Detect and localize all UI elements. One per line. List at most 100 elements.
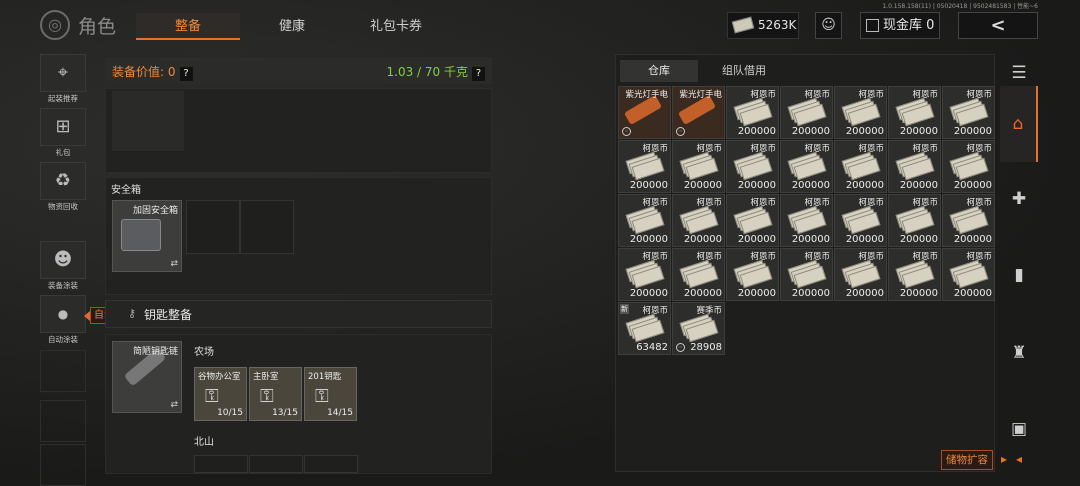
map-label-north-mountain: 北山	[194, 437, 214, 448]
secure-box-slot[interactable]	[186, 200, 240, 254]
item-amount: 200000	[737, 126, 776, 137]
storage-item[interactable]: 柯恩币 200000	[780, 140, 833, 193]
storage-item[interactable]: 柯恩币 200000	[834, 86, 887, 139]
currency-icon	[679, 151, 719, 181]
storage-item[interactable]: 柯恩币 200000	[834, 248, 887, 301]
currency-icon	[949, 151, 989, 181]
collapse-arrow-icon[interactable]: ◂	[1016, 452, 1022, 466]
back-button[interactable]: <	[958, 12, 1038, 39]
keychain-item[interactable]: 简陋钥匙链 ⇄	[112, 341, 182, 413]
currency-icon	[895, 151, 935, 181]
secure-box-item[interactable]: 加固安全箱 ⇄	[112, 200, 182, 272]
storage-item[interactable]: 柯恩币 200000	[834, 194, 887, 247]
empty-sidebar-slot	[40, 350, 86, 392]
storage-item[interactable]: 柯恩币 200000	[672, 194, 725, 247]
key-slot[interactable]	[304, 455, 358, 473]
storage-item[interactable]: 柯恩币 200000	[834, 140, 887, 193]
sidebar-item-recommended[interactable]: ⌖ 起装推荐	[40, 54, 86, 104]
tab-loadout[interactable]: 整备	[136, 13, 240, 40]
storage-expand-button[interactable]: 储物扩容	[941, 450, 993, 470]
swap-icon[interactable]: ⇄	[170, 259, 178, 269]
map-label-farm: 农场	[194, 347, 214, 358]
backpack-slot[interactable]	[112, 91, 184, 151]
item-amount: 63482	[636, 342, 668, 353]
currency-icon	[949, 259, 989, 289]
expand-arrow-icon[interactable]: ▸	[1001, 452, 1007, 466]
sidebar-item-label: 物资回收	[48, 202, 78, 211]
item-amount: 200000	[791, 234, 830, 245]
help-icon[interactable]: ?	[179, 67, 193, 81]
storage-item[interactable]: 柯恩币 200000	[888, 194, 941, 247]
item-amount: 200000	[845, 234, 884, 245]
storage-item[interactable]: 柯恩币 63482 新	[618, 302, 671, 355]
item-amount: 200000	[845, 126, 884, 137]
key-item[interactable]: 谷物办公室 ⚿ 10/15	[194, 367, 247, 421]
storage-item[interactable]: 柯恩币 200000	[672, 248, 725, 301]
storage-item[interactable]: 柯恩币 200000	[942, 140, 995, 193]
armor-icon[interactable]: ♜	[1000, 334, 1038, 372]
sidebar-item-skin[interactable]: ☻ 装备涂装	[40, 241, 86, 291]
storage-item[interactable]: 柯恩币 200000	[726, 194, 779, 247]
storage-item[interactable]: 柯恩币 200000	[618, 248, 671, 301]
storage-item[interactable]: 柯恩币 200000	[942, 248, 995, 301]
box-icon[interactable]: ▣	[1000, 410, 1038, 448]
swap-icon[interactable]: ⇄	[170, 400, 178, 410]
secure-box-title: 安全箱	[111, 185, 141, 196]
storage-item[interactable]: 柯恩币 200000	[780, 248, 833, 301]
storage-item[interactable]: 柯恩币 200000	[780, 194, 833, 247]
sidebar-item-label: 礼包	[55, 148, 71, 157]
bound-badge-icon: ◦	[622, 127, 631, 136]
item-amount: 200000	[683, 234, 722, 245]
gift-icon: ⊞	[40, 108, 86, 146]
storage-item[interactable]: 柯恩币 200000	[888, 86, 941, 139]
tab-gift-cards[interactable]: 礼包卡券	[344, 13, 448, 40]
help-icon[interactable]: ?	[472, 67, 485, 81]
key-item[interactable]: 主卧室 ⚿ 13/15	[249, 367, 302, 421]
key-loadout-bar[interactable]: ⚷ 钥匙整备	[105, 300, 492, 328]
currency-icon	[625, 259, 665, 289]
storage-item[interactable]: 柯恩币 200000	[942, 86, 995, 139]
storage-item[interactable]: 赛季币 28908 ◦	[672, 302, 725, 355]
storage-item[interactable]: 柯恩币 200000	[618, 140, 671, 193]
sidebar-item-gift[interactable]: ⊞ 礼包	[40, 108, 86, 158]
item-amount: 200000	[899, 288, 938, 299]
key-slot[interactable]	[194, 455, 248, 473]
currency-icon	[841, 97, 881, 127]
storage-item[interactable]: ◦ 紫光灯手电	[672, 86, 725, 139]
key-count: 14/15	[327, 408, 353, 418]
equipment-value: 装备价值: 0?	[112, 63, 193, 81]
storage-item[interactable]: 柯恩币 200000	[726, 140, 779, 193]
item-name: 柯恩币	[912, 144, 938, 154]
cash-display[interactable]: 5263K	[727, 12, 799, 39]
storage-item[interactable]: 柯恩币 200000	[618, 194, 671, 247]
medkit-icon[interactable]: ✚	[1000, 180, 1038, 218]
storage-item[interactable]: 柯恩币 200000	[942, 194, 995, 247]
tab-warehouse[interactable]: 仓库	[620, 60, 698, 82]
home-icon[interactable]: ⌂	[1000, 86, 1038, 162]
avatar-button[interactable]: ☺	[815, 12, 842, 39]
magazine-icon[interactable]: ▮	[1000, 256, 1038, 294]
storage-item[interactable]: 柯恩币 200000	[672, 140, 725, 193]
storage-item[interactable]: ◦ 紫光灯手电	[618, 86, 671, 139]
key-icon: ⚷	[128, 307, 137, 320]
sidebar-item-recycle[interactable]: ♻ 物资回收	[40, 162, 86, 212]
key-item[interactable]: 201钥匙 ⚿ 14/15	[304, 367, 357, 421]
sidebar-item-auto-skin[interactable]: ● 自动涂装	[40, 295, 86, 345]
storage-item[interactable]: 柯恩币 200000	[888, 140, 941, 193]
storage-item[interactable]: 柯恩币 200000	[726, 248, 779, 301]
item-amount: 200000	[791, 288, 830, 299]
weight-text: 1.03 / 70 千克	[386, 65, 468, 79]
tab-health[interactable]: 健康	[240, 13, 344, 40]
item-name: 柯恩币	[642, 252, 668, 262]
item-name: 柯恩币	[696, 144, 722, 154]
storage-item[interactable]: 柯恩币 200000	[888, 248, 941, 301]
storage-item[interactable]: 柯恩币 200000	[726, 86, 779, 139]
secure-box-slot[interactable]	[240, 200, 294, 254]
key-slot[interactable]	[249, 455, 303, 473]
version-text: 1.0.158.158(11) | 05020418 | 9502481583 …	[882, 3, 1038, 10]
item-amount: 200000	[953, 288, 992, 299]
vault-icon	[866, 19, 879, 32]
vault-button[interactable]: 现金库 0	[860, 12, 940, 39]
storage-item[interactable]: 柯恩币 200000	[780, 86, 833, 139]
tab-team-borrow[interactable]: 组队借用	[704, 60, 784, 82]
